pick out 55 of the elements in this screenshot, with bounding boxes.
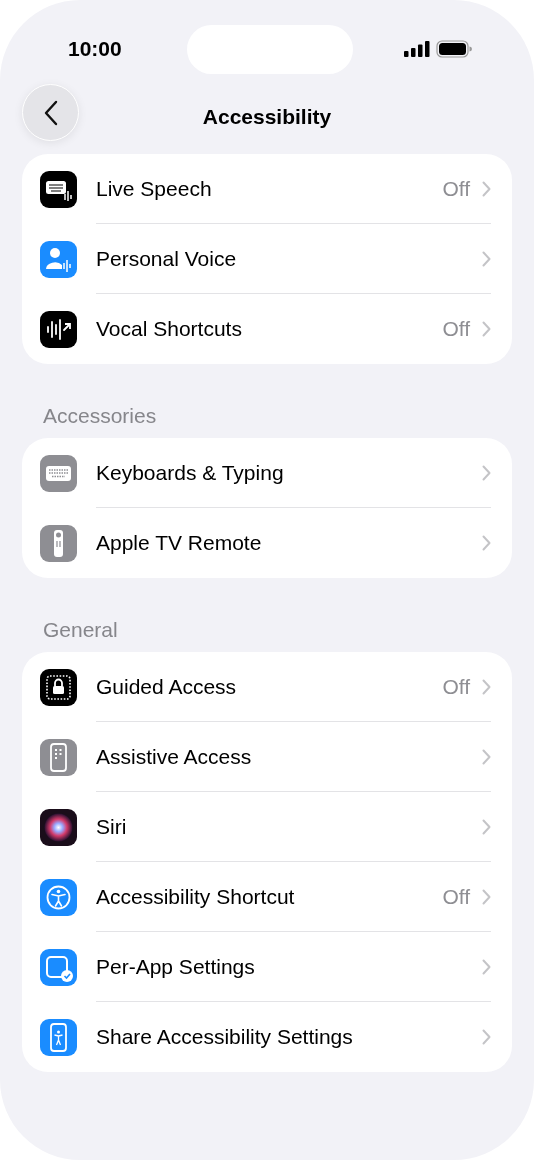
settings-row[interactable]: Personal Voice [22,224,512,294]
row-label: Accessibility Shortcut [96,884,296,909]
keyboard-wave-icon [40,170,77,208]
chevron-right-icon [482,180,491,197]
row-label: Share Accessibility Settings [96,1025,354,1049]
row-label: Personal Voice [96,246,238,271]
section-header: Accessories [42,403,158,429]
square-check-icon [40,948,77,986]
settings-row[interactable]: Accessibility Shortcut Off [22,862,512,932]
row-label: Apple TV Remote [96,531,263,555]
row-label: Siri [96,814,128,839]
row-label: Per-App Settings [96,954,256,979]
lock-icon [40,668,77,706]
accessibility-figure-icon [40,878,77,916]
chevron-right-icon [482,958,491,975]
remote-icon [40,524,77,562]
row-label: Vocal Shortcuts [96,317,243,341]
row-value: Off [442,176,470,201]
row-label: Assistive Access [96,744,253,769]
settings-row[interactable]: Keyboards & Typing [22,438,512,508]
chevron-right-icon [482,888,491,905]
page-title: Accessibility [202,105,332,129]
orb-icon [40,808,77,846]
chevron-right-icon [482,678,491,695]
row-label: Live Speech [96,176,213,201]
chevron-right-icon [482,818,491,835]
phone-grid-icon [40,738,77,776]
row-value: Off [442,884,470,909]
waveform-icon [40,310,77,348]
settings-row[interactable]: Share Accessibility Settings [22,1002,512,1072]
chevron-right-icon [482,1029,491,1045]
settings-row[interactable]: Siri [22,792,512,862]
settings-row[interactable]: Live Speech Off [22,154,512,224]
settings-row[interactable]: Vocal Shortcuts Off [22,294,512,364]
keyboard-icon [40,454,77,492]
row-value: Off [442,674,470,699]
chevron-right-icon [482,748,491,765]
signal-icon [404,41,430,57]
person-wave-icon [40,240,77,278]
status-time: 10:00 [68,37,123,61]
row-label: Keyboards & Typing [96,460,285,485]
chevron-right-icon [482,250,491,267]
chevron-right-icon [482,321,491,337]
battery-icon [436,40,472,58]
section-header: General [42,617,119,643]
chevron-right-icon [482,535,491,551]
settings-row[interactable]: Guided Access Off [22,652,512,722]
row-value: Off [442,317,470,341]
chevron-left-icon [43,99,58,126]
phone-figure-icon [40,1018,77,1056]
settings-row[interactable]: Assistive Access [22,722,512,792]
chevron-right-icon [482,464,491,481]
settings-row[interactable]: Apple TV Remote [22,508,512,578]
settings-row[interactable]: Per-App Settings [22,932,512,1002]
row-label: Guided Access [96,674,238,699]
